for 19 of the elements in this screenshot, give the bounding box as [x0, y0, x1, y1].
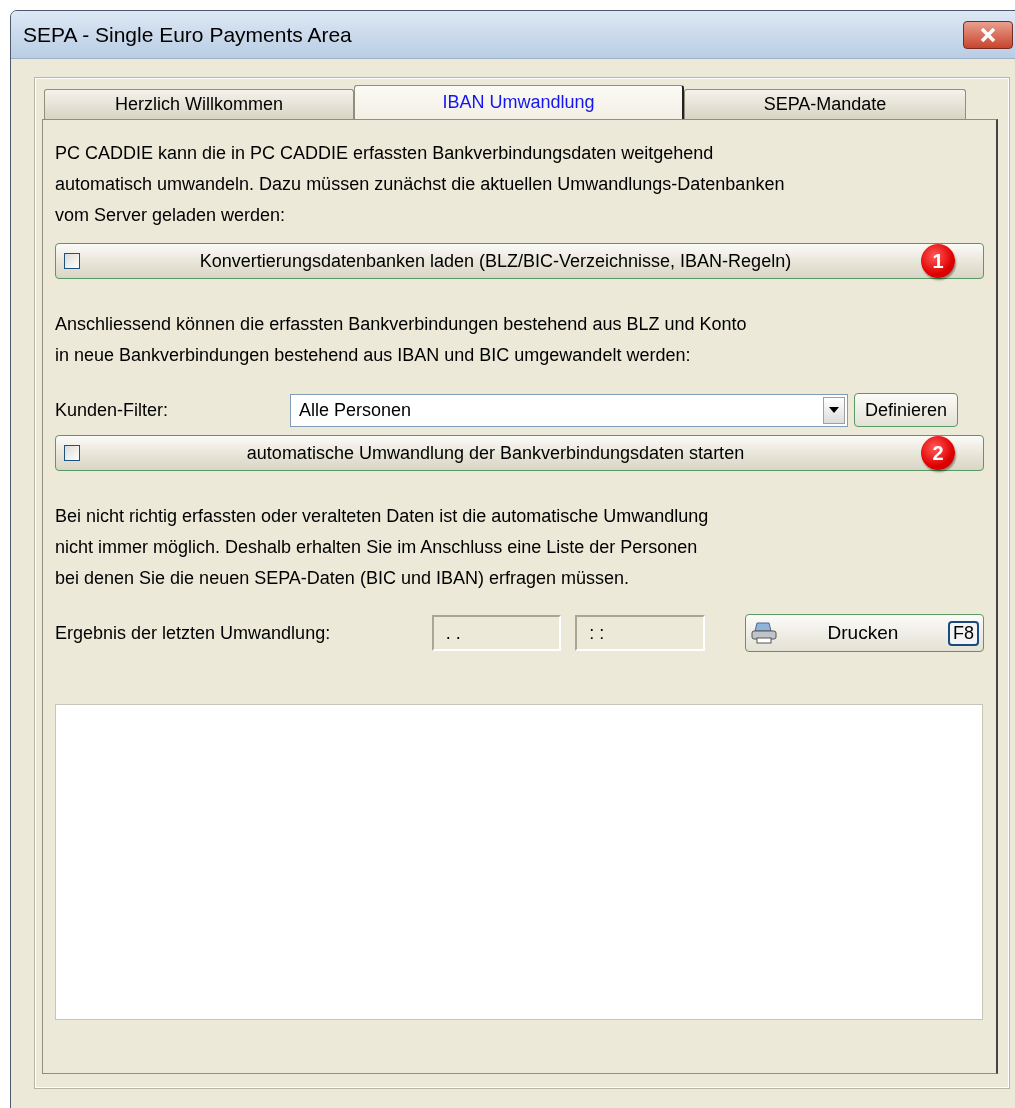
tab[interactable]: IBAN Umwandlung — [354, 85, 684, 119]
tab[interactable]: Herzlich Willkommen — [44, 89, 354, 119]
date-field: . . — [431, 615, 562, 651]
tab[interactable]: SEPA-Mandate — [684, 89, 966, 119]
window-title: SEPA - Single Euro Payments Area — [23, 22, 353, 47]
print-button[interactable]: Drucken F8 — [744, 614, 984, 652]
load-databases-button[interactable]: Konvertierungsdatenbanken laden (BLZ/BIC-Verzeichnisse, IBAN-Regeln) 1 — [55, 243, 984, 279]
number-badge: 2 — [921, 436, 955, 470]
define-button[interactable]: Definieren — [854, 393, 959, 427]
intro-text: PC CADDIE kann die in PC CADDIE erfassten Bankverbindungsdaten weitgehend automatisch umwandeln. Dazu müssen zunächst die aktuellen Umwandlungs-Datenbanken vom Server geladen werden: — [55, 142, 786, 227]
conversion-text: Anschliessend können die erfassten Bankverbindungen bestehend aus BLZ und Konto in neue Bankverbindungen bestehend aus IBAN und BIC umgewandelt werden: — [55, 313, 748, 367]
time-field: : : — [575, 615, 705, 651]
result-label: Ergebnis der letzten Umwandlung: — [55, 622, 332, 644]
number-badge: 1 — [921, 244, 955, 278]
customer-filter-dropdown[interactable]: Alle Personen — [290, 393, 849, 427]
filter-label: Kunden-Filter: — [55, 399, 169, 421]
shortcut-key: F8 — [948, 620, 979, 646]
start-conversion-button[interactable]: automatische Umwandlung der Bankverbindungsdaten starten 2 — [55, 435, 984, 471]
note-text: Bei nicht richtig erfassten oder veralteten Daten ist die automatische Umwandlung nicht immer möglich. Deshalb erhalten Sie im Anschluss eine Liste der Personen bei denen Sie die neuen SEPA-Daten (BIC und IBAN) erfragen müssen. — [55, 505, 710, 590]
